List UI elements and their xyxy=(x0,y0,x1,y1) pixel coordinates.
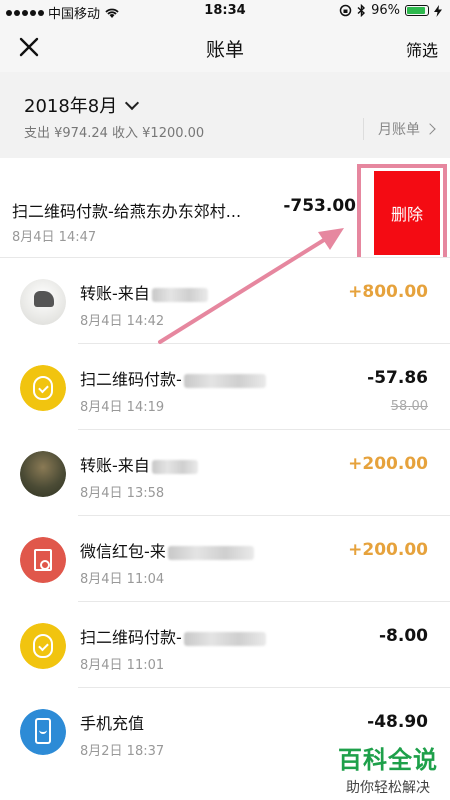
transaction-amount: +800.00 xyxy=(348,282,428,302)
money-bag-icon xyxy=(20,365,66,411)
transaction-amount: +200.00 xyxy=(348,540,428,560)
avatar xyxy=(20,709,66,755)
transaction-date: 8月4日 13:58 xyxy=(80,486,165,501)
red-envelope-icon xyxy=(20,537,66,583)
transaction-title: 扫二维码付款- xyxy=(80,366,266,390)
status-right: 96% xyxy=(339,3,442,18)
transaction-title: 扫二维码付款-给燕东办东郊村... xyxy=(12,202,242,221)
filter-button[interactable]: 筛选 xyxy=(406,37,438,61)
status-bar: 中国移动 18:34 96% xyxy=(0,0,450,22)
rotation-lock-icon xyxy=(339,4,352,17)
transaction-title: 手机充值 xyxy=(80,714,145,733)
page-title: 账单 xyxy=(205,39,244,61)
transaction-title: 转账-来自 xyxy=(80,280,208,304)
avatar xyxy=(20,537,66,583)
transaction-date: 8月4日 14:47 xyxy=(12,230,97,245)
transaction-date: 8月4日 14:42 xyxy=(80,314,165,329)
transaction-date: 8月2日 18:37 xyxy=(80,744,165,759)
transaction-date: 8月4日 14:19 xyxy=(80,400,165,415)
transaction-row-swiped[interactable]: 扫二维码付款-给燕东办东郊村... 8月4日 14:47 -753.00 删除 xyxy=(0,158,450,274)
month-label: 2018年8月 xyxy=(24,96,118,117)
month-bill-link[interactable]: 月账单 xyxy=(363,118,436,140)
money-bag-icon xyxy=(20,623,66,669)
transaction-amount: -753.00 xyxy=(283,196,356,216)
original-amount: 58.00 xyxy=(390,399,428,414)
chevron-right-icon xyxy=(424,123,436,135)
transaction-title: 转账-来自 xyxy=(80,452,198,476)
transaction-amount: -8.00 xyxy=(379,626,428,646)
transaction-row[interactable]: 转账-来自 8月4日 13:58 +200.00 xyxy=(0,430,450,516)
transaction-row[interactable]: 扫二维码付款- 8月4日 14:19 -57.86 58.00 xyxy=(0,344,450,430)
avatar xyxy=(20,279,66,325)
transaction-date: 8月4日 11:04 xyxy=(80,572,165,587)
month-totals: 支出 ¥974.24 收入 ¥1200.00 xyxy=(24,126,205,141)
month-selector[interactable]: 2018年8月 xyxy=(24,92,140,118)
transaction-title: 微信红包-来 xyxy=(80,538,254,562)
chevron-down-icon xyxy=(125,95,140,110)
transaction-amount: -57.86 xyxy=(367,368,428,388)
transaction-title: 扫二维码付款- xyxy=(80,624,266,648)
avatar xyxy=(20,623,66,669)
avatar xyxy=(20,451,66,497)
month-bill-label: 月账单 xyxy=(378,122,420,138)
watermark-sub: 助你轻松解决 xyxy=(346,780,430,796)
bluetooth-icon xyxy=(357,4,366,17)
horse-photo-avatar xyxy=(20,279,66,325)
transaction-amount: -48.90 xyxy=(367,712,428,732)
person-photo-avatar xyxy=(20,451,66,497)
battery-icon xyxy=(405,5,429,16)
battery-percent: 96% xyxy=(371,3,400,18)
watermark-main: 百科全说 xyxy=(338,746,438,774)
transaction-row[interactable]: 扫二维码付款- 8月4日 11:01 -8.00 xyxy=(0,602,450,688)
phone-icon xyxy=(20,709,66,755)
transaction-date: 8月4日 11:01 xyxy=(80,658,165,673)
transaction-row[interactable]: 微信红包-来 8月4日 11:04 +200.00 xyxy=(0,516,450,602)
month-summary: 2018年8月 支出 ¥974.24 收入 ¥1200.00 月账单 xyxy=(0,72,450,158)
avatar xyxy=(20,365,66,411)
nav-bar: 账单 筛选 xyxy=(0,22,450,72)
transaction-row[interactable]: 转账-来自 8月4日 14:42 +800.00 xyxy=(0,258,450,344)
transaction-amount: +200.00 xyxy=(348,454,428,474)
charging-icon xyxy=(434,4,442,17)
watermark-logo: 百科全说 助你轻松解决 xyxy=(338,740,438,797)
